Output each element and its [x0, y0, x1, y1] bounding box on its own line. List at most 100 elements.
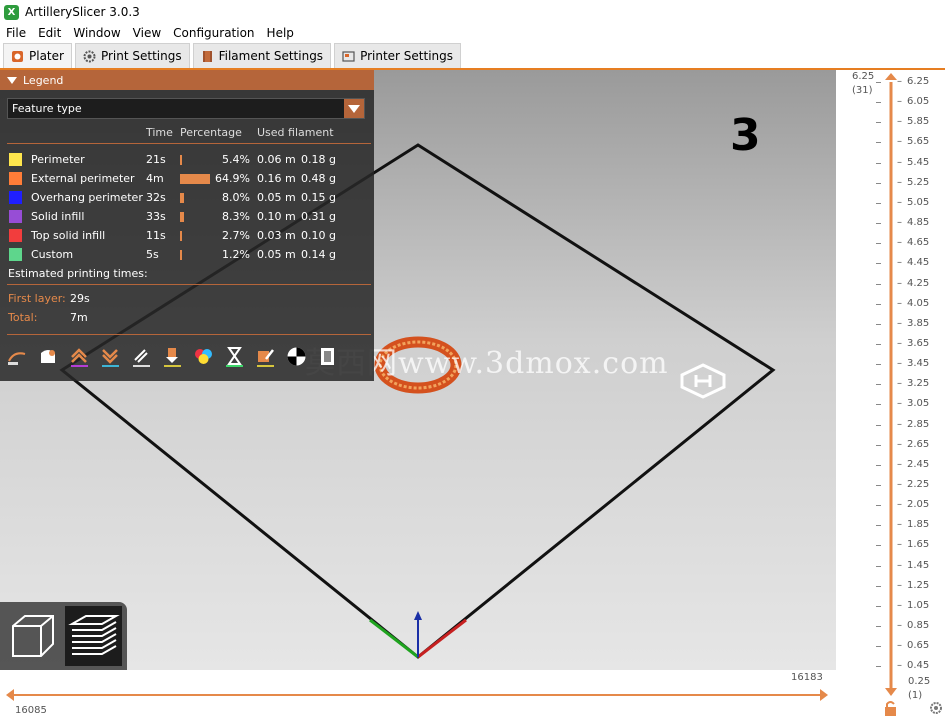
horizontal-move-slider[interactable]: 16183 16085: [0, 670, 836, 716]
tick-mark: [876, 585, 881, 587]
custom-gcode-icon[interactable]: [254, 345, 277, 368]
feature-weight: 0.14 g: [301, 248, 336, 261]
tool-change-icon[interactable]: [161, 345, 184, 368]
menu-window[interactable]: Window: [67, 26, 126, 40]
feature-percentage: 64.9%: [215, 172, 250, 185]
tick-label: 1.45: [907, 559, 930, 571]
legend-row[interactable]: Solid infill 33s 8.3% 0.10 m 0.31 g: [0, 207, 374, 226]
feature-time: 32s: [146, 191, 166, 204]
tick-dash: –: [897, 217, 902, 229]
menu-edit[interactable]: Edit: [32, 26, 67, 40]
tick-dash: –: [897, 358, 902, 370]
seam-icon[interactable]: [130, 345, 153, 368]
tick-label: 2.65: [907, 438, 930, 450]
pause-icon[interactable]: [223, 345, 246, 368]
tick-dash: –: [897, 438, 902, 450]
tick-dash: –: [897, 539, 902, 551]
tick-mark: [876, 142, 881, 144]
tick-label: 4.25: [907, 277, 930, 289]
layers-icon: [67, 615, 120, 655]
menu-help[interactable]: Help: [261, 26, 300, 40]
tick-label: 5.05: [907, 196, 930, 208]
tick-label: 5.45: [907, 156, 930, 168]
tick-dash: –: [897, 660, 902, 672]
deretraction-icon[interactable]: [99, 345, 122, 368]
legend-divider: [7, 143, 371, 144]
window-title: ArtillerySlicer 3.0.3: [25, 5, 140, 19]
feature-percentage: 8.3%: [222, 210, 250, 223]
preview-view-button[interactable]: [65, 606, 122, 666]
feature-length: 0.16 m: [257, 172, 296, 185]
tick-dash: –: [897, 196, 902, 208]
y-axis-arrow: [369, 618, 419, 659]
3d-view-button[interactable]: [4, 606, 61, 666]
tick-dash: –: [897, 96, 902, 108]
legend-row[interactable]: Top solid infill 11s 2.7% 0.03 m 0.10 g: [0, 226, 374, 245]
3d-viewport[interactable]: 3 莫西网www.3dmox.com Legend Feature type T…: [0, 70, 836, 670]
feature-length: 0.03 m: [257, 229, 296, 242]
tab-print-settings[interactable]: Print Settings: [74, 43, 190, 68]
tick-mark: [876, 243, 881, 245]
legend-header[interactable]: Legend: [0, 70, 374, 90]
shells-icon[interactable]: [316, 345, 339, 368]
legend-divider: [7, 284, 371, 285]
top-height-value: 6.25: [852, 71, 875, 82]
wipe-icon[interactable]: [37, 345, 60, 368]
menu-file[interactable]: File: [0, 26, 32, 40]
tick-mark: [876, 545, 881, 547]
tick-label: 0.65: [907, 640, 930, 652]
legend-row[interactable]: Overhang perimeter 32s 8.0% 0.05 m 0.15 g: [0, 188, 374, 207]
color-change-icon[interactable]: [192, 345, 215, 368]
vertical-layer-slider[interactable]: 6.25 (31) 0.25 (1) –6.25–6.05–5.85–5.65–…: [836, 70, 945, 716]
center-of-gravity-icon[interactable]: [285, 345, 308, 368]
retraction-icon[interactable]: [68, 345, 91, 368]
feature-percentage: 1.2%: [222, 248, 250, 261]
total-value: 7m: [70, 311, 88, 324]
tick-label: 2.45: [907, 458, 930, 470]
tab-plater[interactable]: Plater: [3, 43, 72, 68]
tab-printer-settings-label: Printer Settings: [360, 49, 454, 63]
travel-icon[interactable]: [6, 345, 29, 368]
tick-label: 0.45: [907, 660, 930, 672]
tick-mark: [876, 444, 881, 446]
tick-label: 3.45: [907, 358, 930, 370]
legend-row[interactable]: Custom 5s 1.2% 0.05 m 0.14 g: [0, 245, 374, 264]
tick-dash: –: [897, 579, 902, 591]
feature-weight: 0.18 g: [301, 153, 336, 166]
feature-name: Overhang perimeter: [31, 191, 143, 204]
tick-label: 4.65: [907, 237, 930, 249]
first-layer-label: First layer:: [8, 292, 66, 305]
feature-weight: 0.15 g: [301, 191, 336, 204]
tick-dash: –: [897, 620, 902, 632]
tick-label: 5.25: [907, 176, 930, 188]
title-bar: X ArtillerySlicer 3.0.3: [0, 0, 945, 24]
feature-name: External perimeter: [31, 172, 135, 185]
tab-printer-settings[interactable]: Printer Settings: [334, 43, 462, 68]
layer-number-label: 3: [730, 110, 761, 161]
tick-label: 1.85: [907, 519, 930, 531]
menu-configuration[interactable]: Configuration: [167, 26, 260, 40]
tick-mark: [876, 605, 881, 607]
lower-thumb-icon: [885, 688, 897, 696]
view-mode-toggle: [0, 602, 127, 670]
estimated-times-label: Estimated printing times:: [8, 267, 148, 280]
feature-percentage-bar: [180, 155, 182, 165]
tick-label: 3.65: [907, 337, 930, 349]
tick-label: 3.25: [907, 378, 930, 390]
tick-dash: –: [897, 559, 902, 571]
tab-filament-settings[interactable]: Filament Settings: [192, 43, 332, 68]
tab-filament-settings-label: Filament Settings: [218, 49, 324, 63]
legend-row[interactable]: Perimeter 21s 5.4% 0.06 m 0.18 g: [0, 150, 374, 169]
tick-dash: –: [897, 317, 902, 329]
tick-mark: [876, 565, 881, 567]
horizontal-slider-track: [6, 689, 828, 701]
menu-view[interactable]: View: [127, 26, 167, 40]
view-type-dropdown[interactable]: Feature type: [7, 98, 365, 119]
tick-mark: [876, 424, 881, 426]
feature-length: 0.05 m: [257, 248, 296, 261]
legend-row[interactable]: External perimeter 4m 64.9% 0.16 m 0.48 g: [0, 169, 374, 188]
tick-mark: [876, 485, 881, 486]
tick-label: 6.05: [907, 96, 930, 108]
feature-percentage-bar: [180, 174, 210, 184]
tick-label: 6.25: [907, 76, 930, 87]
